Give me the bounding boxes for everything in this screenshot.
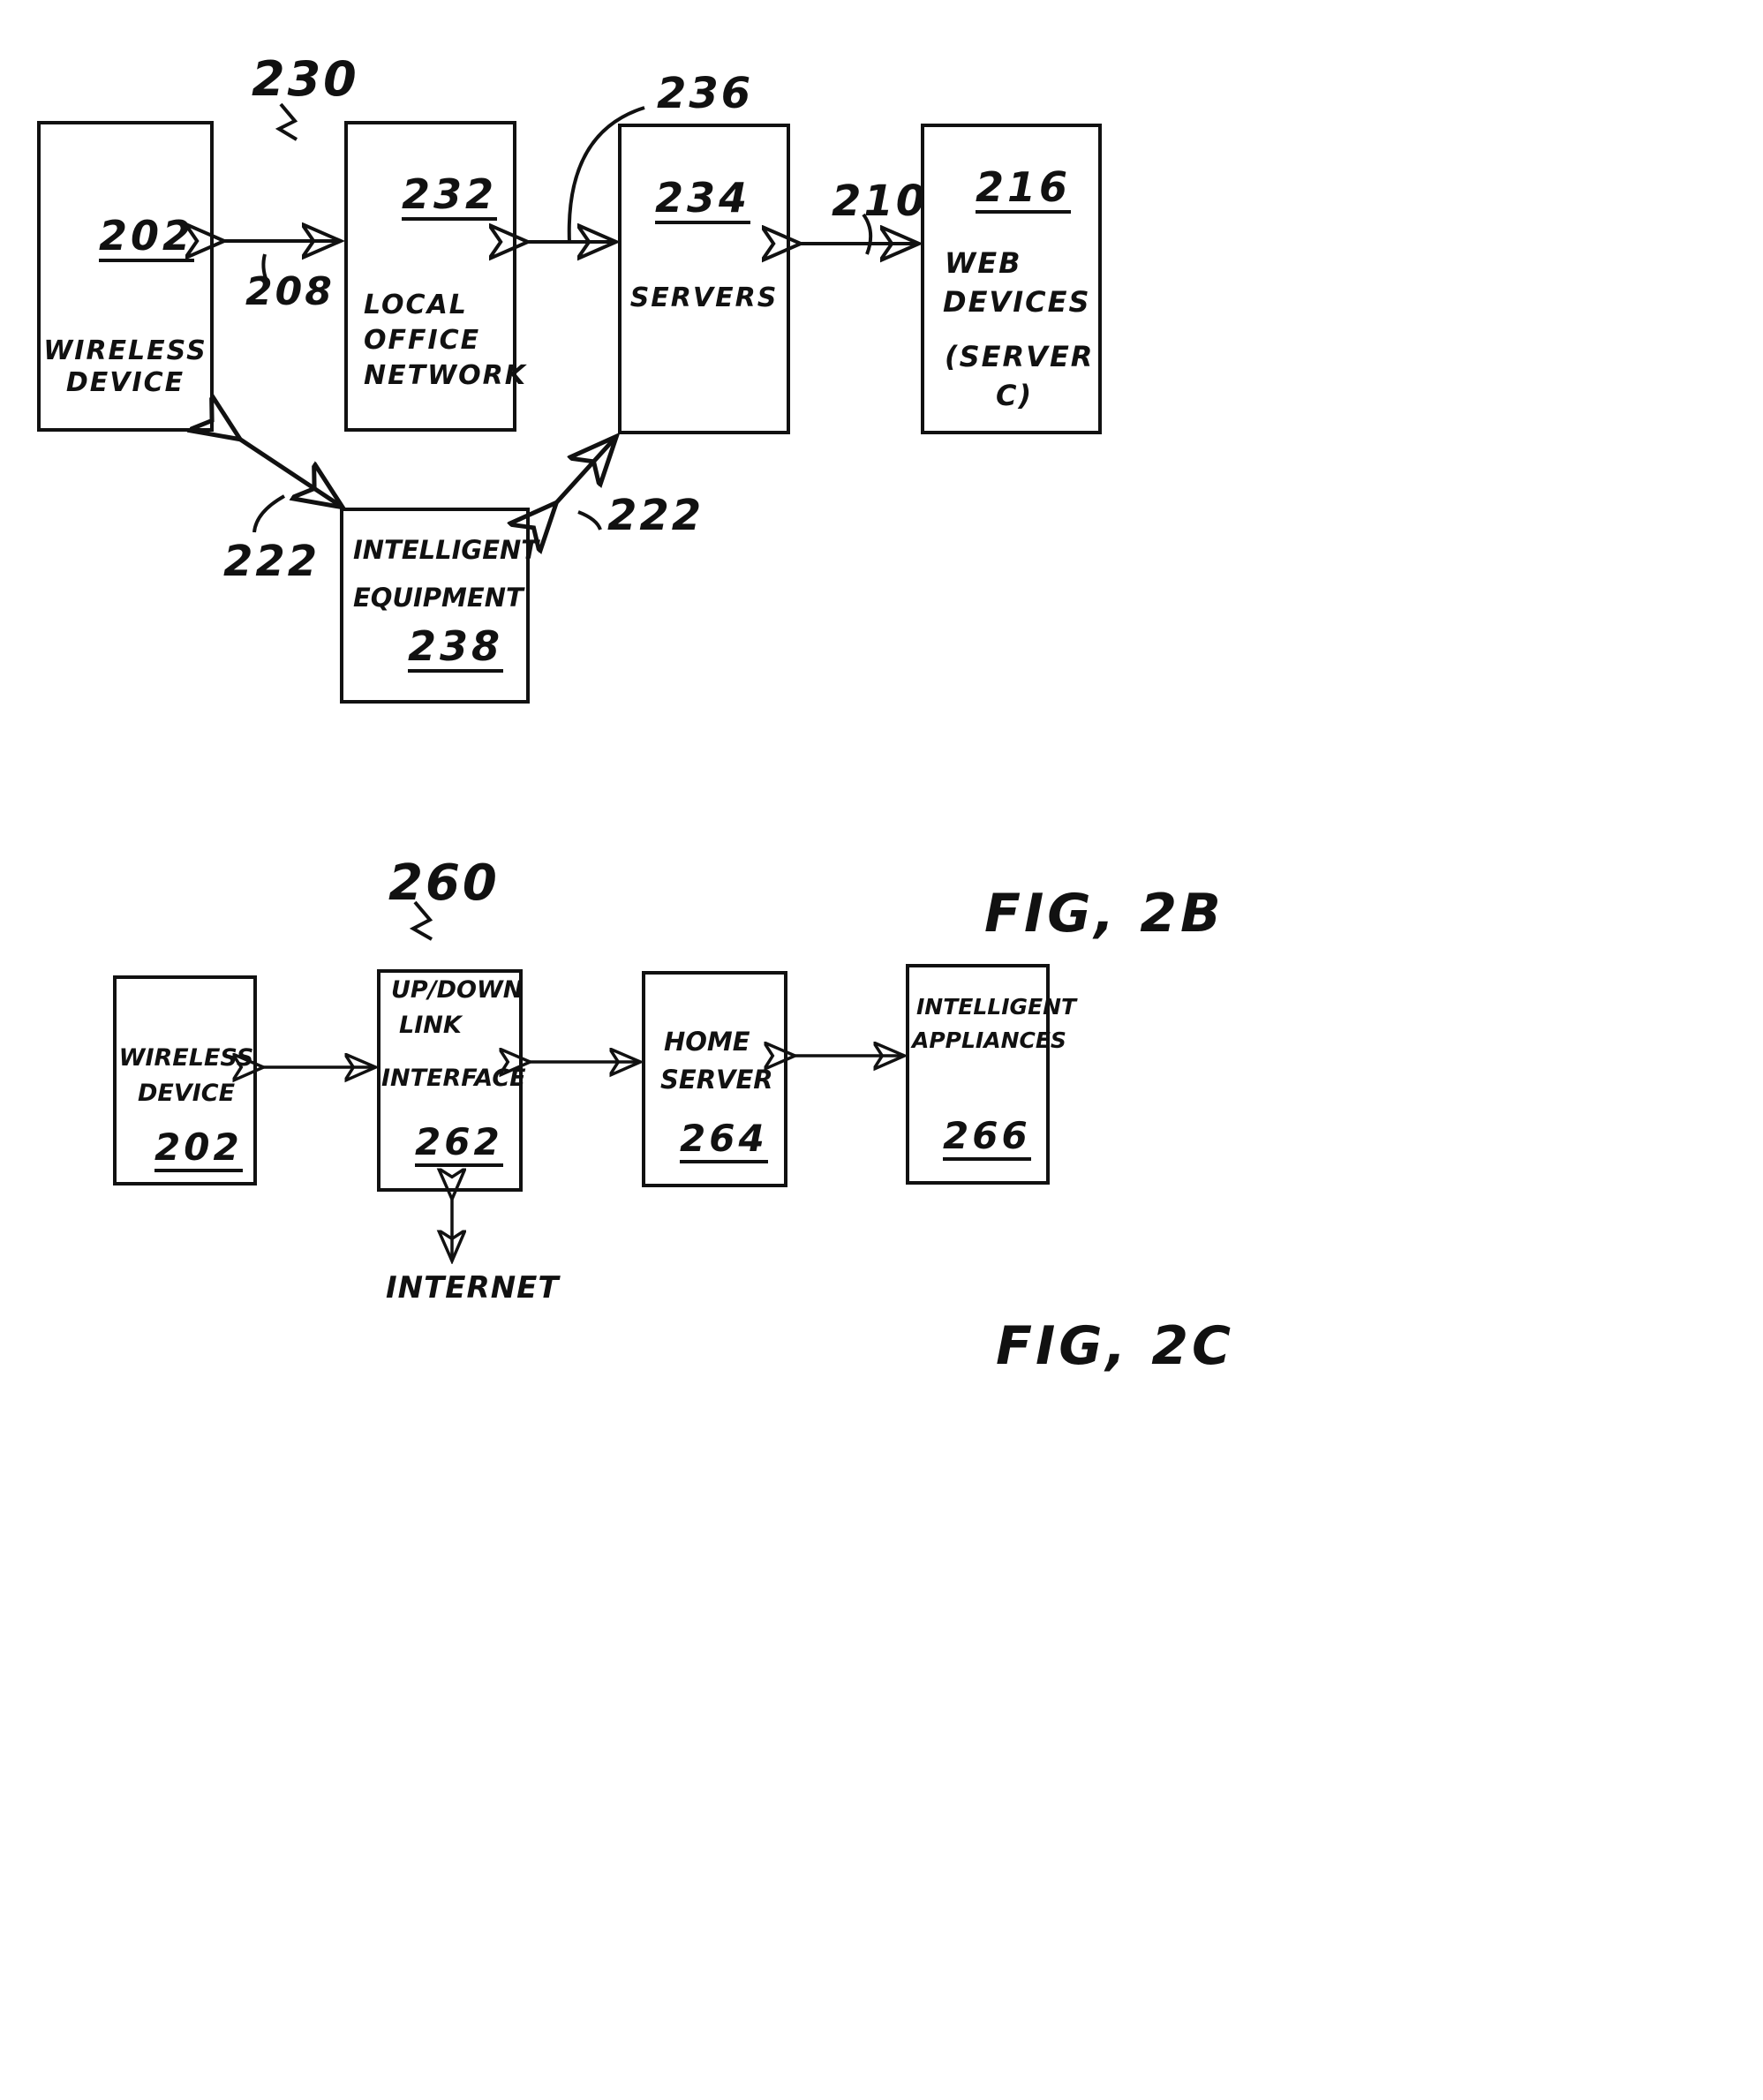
box-264-label-line1: HOME [664, 1027, 750, 1057]
box-202c-label-line1: WIRELESS [118, 1044, 254, 1072]
box-262-label-line3: INTERFACE [381, 1065, 526, 1092]
box-216-label-line4: C) [996, 379, 1034, 412]
system-ref-230: 230 [252, 51, 359, 107]
system-ref-260-visible: 260 [388, 854, 500, 912]
leader-222-right [577, 510, 602, 531]
link-ref-222-left: 222 [223, 537, 320, 586]
box-202-ref: 202 [99, 215, 195, 263]
box-232-ref: 232 [402, 173, 498, 222]
box-234-ref: 234 [655, 177, 751, 225]
box-232-label-line1: LOCAL [364, 290, 468, 320]
box-238-label-line2: EQUIPMENT [353, 583, 524, 613]
internet-node-label: INTERNET [386, 1270, 560, 1306]
box-262-ref: 262 [415, 1122, 503, 1168]
connector-overlay [0, 102, 1763, 2100]
box-202c-ref: 202 [154, 1127, 243, 1173]
box-266-label-line1: INTELLIGENT [916, 994, 1077, 1020]
box-202-label-line2: DEVICE [65, 367, 185, 398]
box-servers-234 [618, 124, 790, 434]
box-202c-label-line2: DEVICE [137, 1080, 236, 1107]
box-262-label-line2: LINK [399, 1012, 462, 1039]
box-266-ref: 266 [943, 1116, 1031, 1162]
box-202-label-line1: WIRELESS [43, 335, 207, 366]
figure-label-2b: FIG, 2B [984, 883, 1224, 945]
figure-label-2c: FIG, 2C [996, 1315, 1235, 1377]
patent-drawing-sheet: 230 202 WIRELESS DEVICE 232 LOCAL OFFICE… [0, 0, 1763, 2100]
box-264-ref: 264 [680, 1118, 768, 1164]
box-238-ref: 238 [408, 625, 504, 674]
box-262-label-line1: UP/DOWN [391, 976, 524, 1004]
box-216-ref: 216 [976, 166, 1072, 215]
box-232-label-line2: OFFICE [364, 325, 481, 356]
box-216-label-line1: WEB [945, 246, 1022, 280]
arrow-202-to-238 [237, 437, 339, 505]
leader-230 [275, 102, 298, 141]
box-238-label-line1: INTELLIGENT [353, 535, 539, 565]
link-ref-208: 208 [245, 269, 335, 314]
box-216-label-line2: DEVICES [943, 285, 1091, 319]
link-ref-236: 236 [657, 69, 754, 118]
box-264-label-line2: SERVER [660, 1065, 773, 1095]
box-266-label-line2: APPLIANCES [912, 1027, 1066, 1053]
box-234-label-line1: SERVERS [629, 282, 779, 313]
box-216-label-line3: (SERVER [945, 340, 1095, 373]
leader-222-left [252, 494, 285, 533]
link-ref-210: 210 [832, 177, 929, 226]
arrow-238-to-234 [554, 440, 614, 506]
link-ref-222-right: 222 [607, 491, 704, 540]
box-232-label-line3: NETWORK [364, 360, 528, 391]
